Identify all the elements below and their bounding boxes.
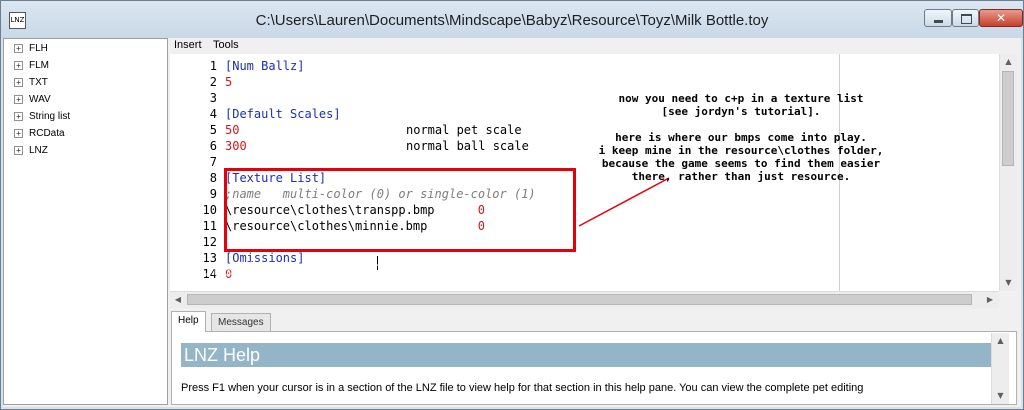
annotation-line: [591, 118, 891, 131]
annotation-line: there, rather than just resource.: [631, 170, 851, 183]
tab-help[interactable]: Help: [171, 311, 206, 332]
app-window: LNZ C:\Users\Lauren\Documents\Mindscape\…: [0, 0, 1024, 410]
annotation-arrow-line: [578, 177, 670, 227]
annotation-line: i keep mine in the resource\clothes fold…: [598, 144, 884, 157]
annotation-note: now you need to c+p in a texture list [se…: [591, 92, 891, 183]
annotation-line: here is where our bmps come into play.: [615, 131, 867, 144]
annotation-line: because the game seems to find them easi…: [601, 157, 881, 170]
annotation-line: [see jordyn's tutorial].: [661, 105, 821, 118]
annotation-arrow: [578, 177, 670, 227]
annotation-line: now you need to c+p in a texture list: [618, 92, 864, 105]
